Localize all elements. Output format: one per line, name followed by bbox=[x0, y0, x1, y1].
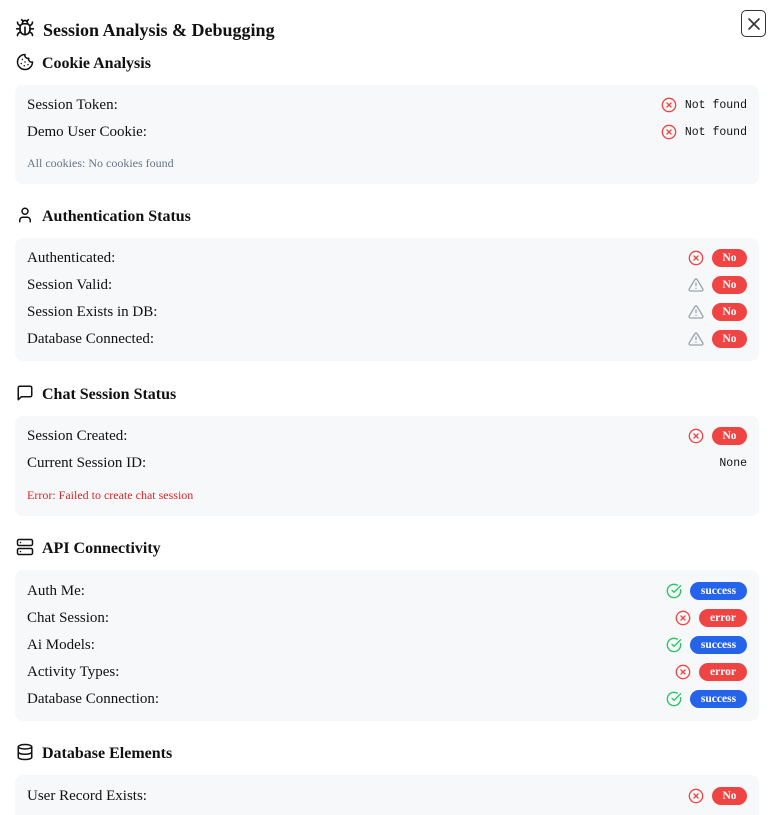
dialog-header: Session Analysis & Debugging bbox=[15, 17, 275, 43]
bug-icon bbox=[15, 18, 35, 43]
chat-section-header: Chat Session Status bbox=[16, 384, 176, 406]
db-panel: User Record Exists: No bbox=[15, 775, 759, 815]
dialog-title: Session Analysis & Debugging bbox=[43, 19, 275, 40]
x-circle-icon bbox=[675, 664, 691, 680]
auth-row-session-valid: Session Valid: No bbox=[27, 274, 747, 296]
cookie-icon bbox=[16, 53, 34, 76]
warning-icon bbox=[688, 331, 704, 347]
status-badge: No bbox=[712, 787, 747, 805]
section-title: Authentication Status bbox=[42, 208, 191, 225]
auth-section-header: Authentication Status bbox=[16, 206, 191, 228]
x-circle-icon bbox=[688, 788, 704, 804]
close-icon bbox=[747, 17, 760, 30]
row-label: Demo User Cookie: bbox=[27, 123, 147, 140]
row-label: Database Connected: bbox=[27, 330, 155, 347]
row-label: User Record Exists: bbox=[27, 787, 147, 804]
row-value: Not found bbox=[684, 125, 747, 139]
db-row-user-record: User Record Exists: No bbox=[27, 785, 747, 807]
session-id-value: None bbox=[719, 456, 747, 470]
auth-panel: Authenticated: No Session Valid: No Sess… bbox=[15, 238, 759, 361]
auth-row-session-exists: Session Exists in DB: No bbox=[27, 301, 747, 323]
close-button[interactable] bbox=[741, 10, 766, 37]
chat-panel: Session Created: No Current Session ID: … bbox=[15, 416, 759, 516]
api-row-auth-me: Auth Me: success bbox=[27, 580, 747, 602]
section-title: Chat Session Status bbox=[42, 386, 177, 403]
x-circle-icon bbox=[688, 428, 704, 444]
status-badge: No bbox=[712, 249, 747, 267]
row-label: Chat Session: bbox=[27, 609, 110, 626]
section-title: Cookie Analysis bbox=[42, 55, 151, 72]
row-label: Ai Models: bbox=[27, 636, 95, 653]
api-row-database-connection: Database Connection: success bbox=[27, 688, 747, 710]
status-badge: success bbox=[690, 582, 747, 600]
row-label: Session Token: bbox=[27, 96, 118, 113]
status-badge: success bbox=[690, 690, 747, 708]
status-badge: success bbox=[690, 636, 747, 654]
cookie-row-session-token: Session Token: Not found bbox=[27, 94, 747, 116]
check-circle-icon bbox=[666, 583, 682, 599]
api-row-ai-models: Ai Models: success bbox=[27, 634, 747, 656]
row-label: Database Connection: bbox=[27, 690, 160, 707]
row-label: Session Exists in DB: bbox=[27, 303, 158, 320]
x-circle-icon bbox=[688, 250, 704, 266]
row-label: Activity Types: bbox=[27, 663, 120, 680]
row-value: Not found bbox=[684, 98, 747, 112]
row-label: Authenticated: bbox=[27, 249, 116, 266]
status-badge: No bbox=[712, 303, 747, 321]
x-circle-icon bbox=[675, 610, 691, 626]
api-row-activity-types: Activity Types: error bbox=[27, 661, 747, 683]
check-circle-icon bbox=[666, 637, 682, 653]
x-circle-icon bbox=[661, 97, 677, 113]
message-square-icon bbox=[16, 384, 34, 407]
auth-row-db-connected: Database Connected: No bbox=[27, 328, 747, 350]
row-label: Session Valid: bbox=[27, 276, 113, 293]
db-section-header: Database Elements bbox=[16, 743, 172, 765]
user-icon bbox=[16, 206, 34, 229]
database-icon bbox=[16, 743, 34, 766]
row-label: Session Created: bbox=[27, 427, 128, 444]
cookies-note: All cookies: No cookies found bbox=[27, 156, 174, 170]
warning-icon bbox=[688, 277, 704, 293]
x-circle-icon bbox=[661, 124, 677, 140]
row-label: Current Session ID: bbox=[27, 454, 147, 471]
status-badge: error bbox=[699, 663, 747, 681]
cookie-section-header: Cookie Analysis bbox=[16, 53, 151, 75]
auth-row-authenticated: Authenticated: No bbox=[27, 247, 747, 269]
server-icon bbox=[16, 538, 34, 561]
chat-row-session-created: Session Created: No bbox=[27, 425, 747, 447]
check-circle-icon bbox=[666, 691, 682, 707]
status-badge: No bbox=[712, 330, 747, 348]
section-title: API Connectivity bbox=[42, 540, 161, 557]
row-label: Auth Me: bbox=[27, 582, 85, 599]
section-title: Database Elements bbox=[42, 745, 173, 762]
warning-icon bbox=[688, 304, 704, 320]
api-section-header: API Connectivity bbox=[16, 538, 161, 560]
cookie-row-demo-user: Demo User Cookie: Not found bbox=[27, 121, 747, 143]
status-badge: No bbox=[712, 427, 747, 445]
chat-row-session-id: Current Session ID: None bbox=[27, 452, 747, 474]
api-row-chat-session: Chat Session: error bbox=[27, 607, 747, 629]
status-badge: No bbox=[712, 276, 747, 294]
api-panel: Auth Me: success Chat Session: error Ai … bbox=[15, 570, 759, 721]
cookie-panel: Session Token: Not found Demo User Cooki… bbox=[15, 85, 759, 184]
status-badge: error bbox=[699, 609, 747, 627]
chat-error-text: Error: Failed to create chat session bbox=[27, 488, 194, 502]
